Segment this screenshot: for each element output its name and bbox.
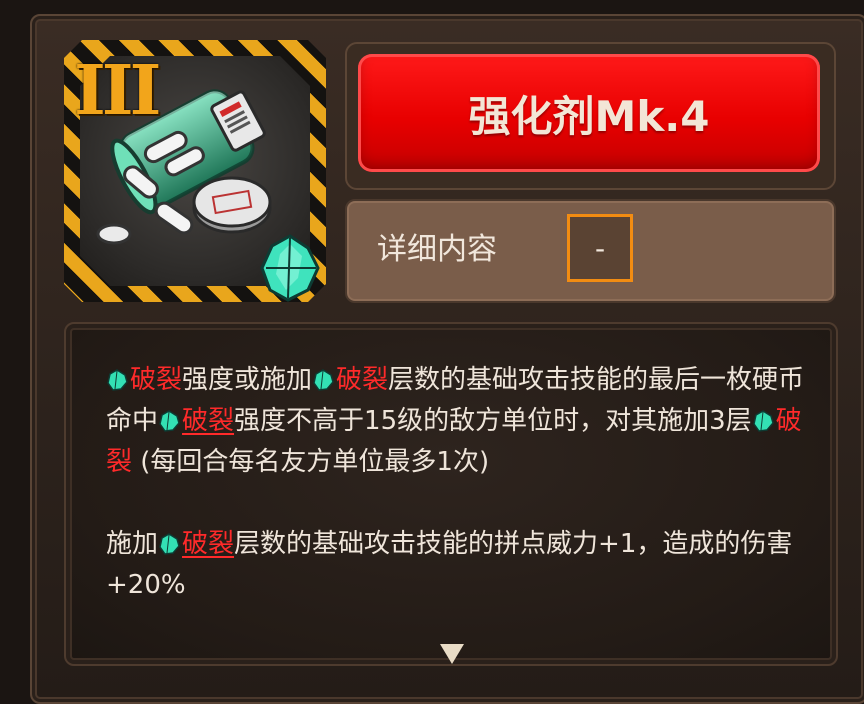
desc-segment: 施加 (106, 529, 159, 559)
keyword-rupture[interactable]: 破裂 (130, 365, 182, 395)
keyword-rupture-link[interactable]: 破裂 (182, 529, 234, 559)
crystal-badge-icon (260, 234, 320, 302)
description-text: 破裂强度或施加 破裂层数的基础攻击技能的最后一枚硬币命中 破裂强度不高于15级的敌方… (106, 360, 812, 606)
desc-segment: 强度不高于15级的敌方单位时，对其施加3层 (234, 406, 752, 436)
details-toggle-value: - (594, 231, 606, 265)
desc-segment: (每回合每名友方单位最多1次) (132, 447, 490, 477)
rupture-keyword-icon (313, 369, 334, 391)
keyword-rupture-link[interactable]: 破裂 (182, 406, 234, 436)
details-toggle-button[interactable]: - (567, 214, 633, 282)
item-title: 强化剂Mk.4 (468, 91, 710, 141)
description-paragraph-2: 施加 破裂层数的基础攻击技能的拼点威力+1，造成的伤害+20% (106, 524, 812, 606)
description-paragraph-1: 破裂强度或施加 破裂层数的基础攻击技能的最后一枚硬币命中 破裂强度不高于15级的敌方… (106, 360, 812, 483)
keyword-rupture[interactable]: 破裂 (336, 365, 388, 395)
rupture-keyword-icon (159, 410, 180, 432)
rupture-keyword-icon (107, 369, 128, 391)
rupture-keyword-icon (159, 533, 180, 555)
desc-segment: 强度或施加 (182, 365, 313, 395)
description-scroll-area[interactable]: 破裂强度或施加 破裂层数的基础攻击技能的最后一枚硬币命中 破裂强度不高于15级的敌方… (106, 360, 812, 628)
down-arrow-icon[interactable] (440, 644, 464, 664)
title-plate: 强化剂Mk.4 (358, 54, 820, 172)
rupture-keyword-icon (752, 410, 774, 432)
details-label: 详细内容 (377, 232, 497, 267)
rank-numeral: III (74, 51, 161, 131)
